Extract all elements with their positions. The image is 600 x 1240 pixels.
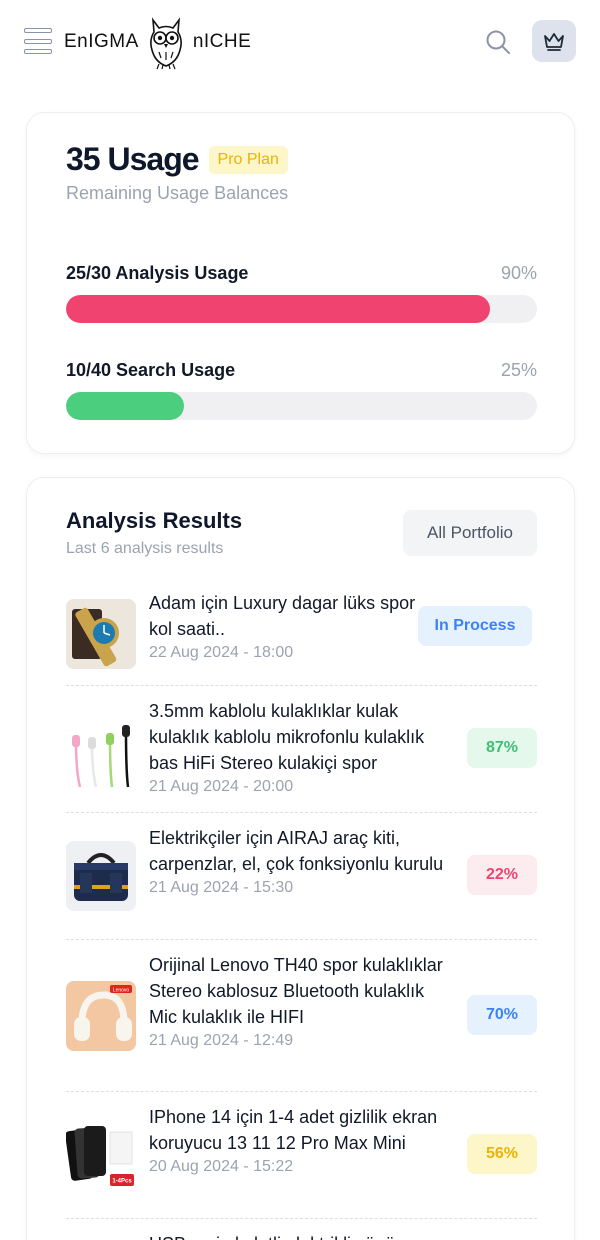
status-badge: 56% — [467, 1134, 537, 1174]
owl-logo-icon — [149, 17, 182, 70]
result-date: 22 Aug 2024 - 18:00 — [149, 644, 294, 661]
tool-bag-thumbnail — [66, 841, 136, 911]
list-item[interactable]: Adam için Luxury dagar lüks spor kol saa… — [66, 590, 537, 686]
watch-thumbnail — [66, 599, 136, 669]
list-item[interactable]: 3.5mm kablolu kulaklıklar kulak kulaklık… — [66, 686, 537, 813]
all-portfolio-button[interactable]: All Portfolio — [403, 510, 537, 556]
search-icon[interactable] — [484, 28, 512, 56]
result-title: Elektrikçiler için AIRAJ araç kiti, carp… — [149, 828, 444, 874]
status-badge: 70% — [467, 995, 537, 1035]
status-badge: 22% — [467, 855, 537, 895]
result-title: 3.5mm kablolu kulaklıklar kulak kulaklık… — [149, 701, 425, 773]
analysis-results-card: Analysis Results Last 6 analysis results… — [26, 477, 575, 1240]
crown-icon — [544, 33, 564, 51]
headphones-thumbnail: Lenovo — [66, 981, 136, 1051]
search-usage-percent: 25% — [500, 360, 537, 380]
list-item[interactable]: Lenovo Orijinal Lenovo TH40 spor kulaklı… — [66, 940, 537, 1092]
result-title: Adam için Luxury dagar lüks spor kol saa… — [149, 593, 416, 639]
usage-total: 35 Usage — [66, 141, 200, 177]
search-progress-fill — [66, 392, 184, 420]
thumb-brand-label: Lenovo — [113, 988, 130, 994]
result-date: 21 Aug 2024 - 12:49 — [149, 1032, 294, 1049]
analysis-progress-fill — [66, 295, 490, 323]
usage-card: 35 Usage Pro Plan Remaining Usage Balanc… — [26, 112, 575, 454]
list-item[interactable]: Elektrikçiler için AIRAJ araç kiti, carp… — [66, 813, 537, 940]
analysis-usage-label: 25/30 Analysis Usage — [66, 263, 249, 283]
result-title: Orijinal Lenovo TH40 spor kulaklıklar St… — [149, 955, 443, 1027]
result-date: 21 Aug 2024 - 15:30 — [149, 879, 294, 896]
list-item[interactable]: 1-4Pcs IPhone 14 için 1-4 adet gizlilik … — [66, 1092, 537, 1219]
thumb-pack-label: 1-4Pcs — [112, 1179, 132, 1185]
plan-badge: Pro Plan — [208, 145, 288, 174]
analysis-progress-track — [66, 295, 537, 323]
logo-text-left: EnIGMA — [64, 31, 139, 52]
results-title: Analysis Results — [66, 508, 243, 533]
result-date: 20 Aug 2024 - 15:22 — [149, 1158, 294, 1175]
earphones-thumbnail — [66, 721, 136, 791]
result-title: IPhone 14 için 1-4 adet gizlilik ekran k… — [149, 1107, 438, 1153]
logo-text-right: nICHE — [192, 31, 252, 52]
search-usage-label: 10/40 Search Usage — [66, 360, 236, 380]
brand-logo[interactable]: EnIGMA nICHE — [64, 14, 251, 70]
result-title: USB şarj el aletli elektrikli süpürge — [149, 1231, 454, 1240]
menu-icon[interactable] — [24, 28, 52, 54]
top-bar: EnIGMA nICHE — [0, 0, 600, 84]
search-progress-track — [66, 392, 537, 420]
screen-protector-thumbnail: 1-4Pcs — [66, 1120, 136, 1190]
usage-subtitle: Remaining Usage Balances — [66, 183, 289, 203]
status-badge: In Process — [418, 606, 532, 646]
list-item[interactable]: USB şarj el aletli elektrikli süpürge — [66, 1219, 537, 1240]
results-subtitle: Last 6 analysis results — [66, 540, 224, 557]
analysis-usage-percent: 90% — [500, 263, 537, 283]
crown-button[interactable] — [532, 20, 576, 62]
status-badge: 87% — [467, 728, 537, 768]
result-date: 21 Aug 2024 - 20:00 — [149, 778, 294, 795]
